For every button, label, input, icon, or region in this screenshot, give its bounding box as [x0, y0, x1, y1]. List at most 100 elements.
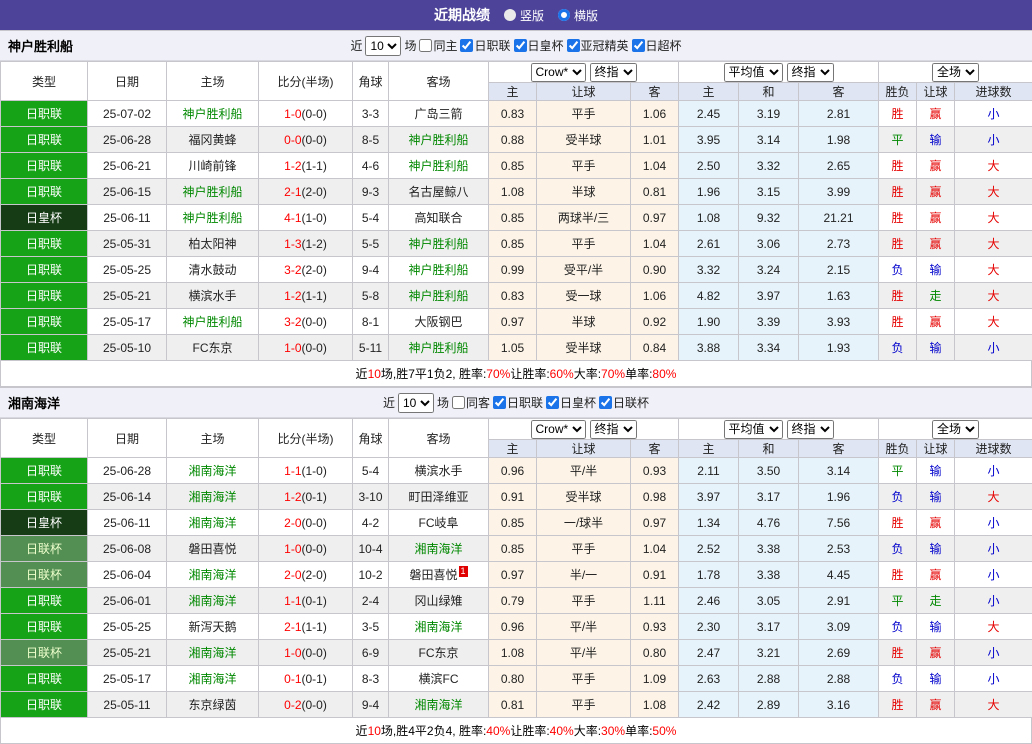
goals-result-cell: 小	[955, 536, 1032, 562]
same-venue-filter[interactable]: 同客	[452, 394, 490, 411]
goals-result-cell: 小	[955, 562, 1032, 588]
goals-result-cell: 小	[955, 666, 1032, 692]
away-team: FC岐阜	[389, 510, 489, 536]
league-filter-label: 日超杯	[646, 37, 682, 54]
match-date: 25-06-15	[88, 179, 167, 205]
league-filter-checkbox[interactable]	[599, 396, 612, 409]
games-label: 场	[437, 394, 449, 411]
match-row: 日职联25-06-15神户胜利船2-1(2-0)9-3名古屋鲸八1.08半球0.…	[1, 179, 1032, 205]
handicap-away-odds: 0.81	[631, 179, 679, 205]
summary-text: 大率:	[574, 722, 601, 739]
bookmaker-select[interactable]: Crow*	[531, 420, 586, 439]
half-time-score: (0-0)	[302, 107, 327, 121]
avg-draw-odds: 2.89	[739, 692, 799, 718]
handicap-line: 平/半	[537, 458, 631, 484]
handicap-line: 平/半	[537, 614, 631, 640]
result-cell: 胜	[879, 153, 917, 179]
away-team: 横滨FC	[389, 666, 489, 692]
handicap-home-odds: 0.91	[489, 484, 537, 510]
half-time-score: (0-1)	[302, 594, 327, 608]
same-venue-checkbox[interactable]	[452, 396, 465, 409]
handicap-line: 平手	[537, 231, 631, 257]
match-date: 25-06-01	[88, 588, 167, 614]
league-filter-label: 日皇杯	[528, 37, 564, 54]
handicap-result-cell: 走	[917, 283, 955, 309]
fullmatch-select[interactable]: 全场	[932, 420, 979, 439]
same-venue-filter[interactable]: 同主	[419, 37, 457, 54]
avg-home-odds: 1.78	[679, 562, 739, 588]
result-cell: 胜	[879, 231, 917, 257]
handicap-result-cell: 赢	[917, 309, 955, 335]
league-filter[interactable]: 日皇杯	[514, 37, 564, 54]
horizontal-radio-dot[interactable]	[558, 9, 570, 21]
league-filter[interactable]: 日联杯	[599, 394, 649, 411]
handicap-line: 平手	[537, 536, 631, 562]
handicap-result-cell: 赢	[917, 205, 955, 231]
half-time-score: (0-0)	[302, 315, 327, 329]
corner-score: 3-5	[353, 614, 389, 640]
league-filter[interactable]: 日职联	[460, 37, 510, 54]
team-name: 神户胜利船	[8, 36, 73, 55]
league-filter[interactable]: 日职联	[493, 394, 543, 411]
final-odds-select-2[interactable]: 终指	[787, 63, 834, 82]
same-venue-checkbox[interactable]	[419, 39, 432, 52]
match-row: 日职联25-05-10FC东京1-0(0-0)5-11神户胜利船1.05受半球0…	[1, 335, 1032, 361]
league-filter[interactable]: 日超杯	[632, 37, 682, 54]
vertical-layout-radio[interactable]: 竖版	[504, 7, 544, 24]
league-filter-checkbox[interactable]	[567, 39, 580, 52]
average-select[interactable]: 平均值	[724, 420, 783, 439]
league-filter[interactable]: 日皇杯	[546, 394, 596, 411]
avg-home-odds: 2.63	[679, 666, 739, 692]
handicap-away-odds: 0.97	[631, 510, 679, 536]
corner-score: 5-5	[353, 231, 389, 257]
away-team: 神户胜利船	[389, 257, 489, 283]
filter-controls: 近10场同客日职联日皇杯日联杯	[383, 393, 649, 413]
avg-draw-odds: 3.19	[739, 101, 799, 127]
league-filter[interactable]: 亚冠精英	[567, 37, 629, 54]
match-row: 日联杯25-06-08磐田喜悦1-0(0-0)10-4湘南海洋0.85平手1.0…	[1, 536, 1032, 562]
result-cell: 负	[879, 614, 917, 640]
match-date: 25-06-28	[88, 458, 167, 484]
match-date: 25-05-11	[88, 692, 167, 718]
bookmaker-select[interactable]: Crow*	[531, 63, 586, 82]
handicap-result-cell: 赢	[917, 101, 955, 127]
league-type-badge: 日职联	[1, 153, 88, 179]
avg-away-odds: 7.56	[799, 510, 879, 536]
league-filter-checkbox[interactable]	[632, 39, 645, 52]
match-date: 25-06-11	[88, 205, 167, 231]
final-odds-select[interactable]: 终指	[590, 63, 637, 82]
final-odds-select[interactable]: 终指	[590, 420, 637, 439]
league-filter-checkbox[interactable]	[546, 396, 559, 409]
match-row: 日职联25-05-31柏太阳神1-3(1-2)5-5神户胜利船0.85平手1.0…	[1, 231, 1032, 257]
avg-away-odds: 1.96	[799, 484, 879, 510]
handicap-result-cell: 输	[917, 335, 955, 361]
league-filter-checkbox[interactable]	[460, 39, 473, 52]
vertical-radio-dot[interactable]	[504, 9, 516, 21]
avg-draw-odds: 3.39	[739, 309, 799, 335]
summary-text: 让胜率:	[510, 722, 549, 739]
results-table: 类型日期主场比分(半场)角球客场Crow*终指平均值终指全场主让球客主和客胜负让…	[0, 418, 1032, 718]
handicap-line: 平手	[537, 101, 631, 127]
handicap-home-odds: 0.99	[489, 257, 537, 283]
goals-result-cell: 大	[955, 153, 1032, 179]
matches-count-select[interactable]: 10	[398, 393, 434, 413]
home-team: 福冈黄蜂	[167, 127, 259, 153]
matches-count-select[interactable]: 10	[365, 36, 401, 56]
final-odds-select-2[interactable]: 终指	[787, 420, 834, 439]
avg-draw-odds: 9.32	[739, 205, 799, 231]
fullmatch-select[interactable]: 全场	[932, 63, 979, 82]
match-date: 25-06-11	[88, 510, 167, 536]
match-row: 日职联25-05-17湘南海洋0-1(0-1)8-3横滨FC0.80平手1.09…	[1, 666, 1032, 692]
summary-text: 近	[356, 722, 368, 739]
horizontal-layout-radio[interactable]: 横版	[558, 7, 598, 24]
avg-draw-odds: 3.34	[739, 335, 799, 361]
home-team: 新泻天鹅	[167, 614, 259, 640]
league-filter-checkbox[interactable]	[514, 39, 527, 52]
league-filter-checkbox[interactable]	[493, 396, 506, 409]
handicap-away-odds: 0.92	[631, 309, 679, 335]
home-team: 神户胜利船	[167, 205, 259, 231]
average-select[interactable]: 平均值	[724, 63, 783, 82]
result-cell: 胜	[879, 309, 917, 335]
avg-draw-odds: 3.17	[739, 614, 799, 640]
result-cell: 胜	[879, 101, 917, 127]
